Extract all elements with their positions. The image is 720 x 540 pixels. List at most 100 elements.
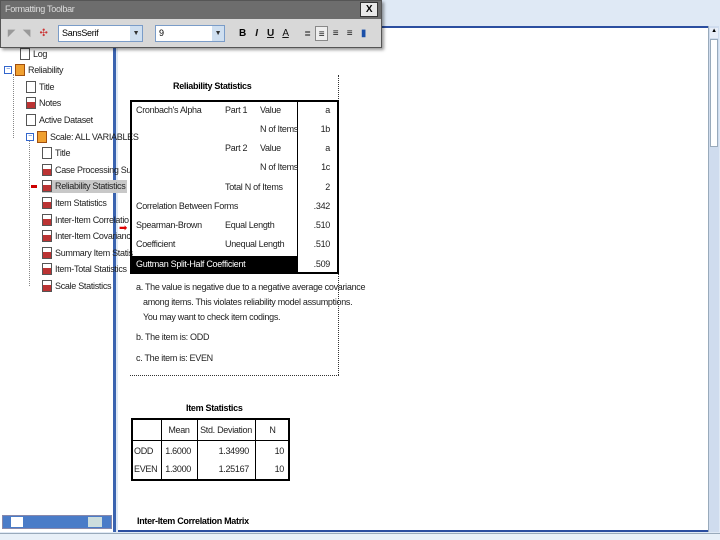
tree-item-14[interactable]: Scale Statistics [42, 279, 113, 292]
bold-button[interactable]: B [236, 26, 249, 41]
align-left-icon[interactable]: ≡ [315, 26, 328, 41]
column-header: N [269, 425, 276, 435]
collapse-icon[interactable]: − [4, 66, 12, 75]
table-cell: 1.25167 [218, 464, 250, 474]
row-sublabel: Part 2 [225, 143, 248, 153]
row-value: .510 [313, 239, 331, 249]
row-label: Spearman-Brown [136, 220, 202, 230]
tree-item-label: Scale Statistics [55, 280, 112, 291]
table-cell: 1.6000 [165, 446, 191, 456]
column-header: Std. Deviation [200, 425, 252, 435]
tree-item-13[interactable]: Item-Total Statistics [42, 263, 129, 276]
scroll-up-icon[interactable]: ▲ [710, 28, 718, 38]
tree-item-7[interactable]: Case Processing Su [42, 163, 133, 176]
row-sublabel: Equal Length [225, 220, 275, 230]
title-icon [26, 80, 36, 93]
tree-item-label: Title [39, 81, 55, 92]
book-icon [37, 130, 47, 143]
tree-item-9[interactable]: Item Statistics [42, 196, 109, 209]
table-icon [42, 180, 52, 193]
tree-item-label: Title [55, 148, 71, 159]
font-color-button[interactable]: A [279, 26, 292, 41]
font-select[interactable]: SansSerif ▼ [58, 25, 143, 42]
row-sublabel: Total N of Items [225, 182, 283, 192]
toolbar-title: Formatting Toolbar [1, 1, 381, 19]
horizontal-scrollbar[interactable] [2, 515, 112, 529]
dataset-icon [26, 113, 36, 126]
row-sublabel: Part 1 [225, 105, 248, 115]
tree-item-1[interactable]: − Reliability [4, 64, 65, 77]
undo-icon[interactable]: ◤ [5, 26, 18, 41]
italic-button[interactable]: I [250, 26, 263, 41]
reliability-title: Reliability Statistics [173, 81, 252, 91]
size-value: 9 [159, 28, 164, 38]
tree-item-12[interactable]: Summary Item Statis [42, 246, 135, 259]
pivot-icon[interactable]: ✣ [37, 26, 50, 41]
tree-item-3[interactable]: Notes [26, 97, 63, 110]
table-icon [42, 279, 52, 292]
table-cell: 10 [274, 446, 285, 456]
row-subsublabel: N of Items [260, 124, 299, 134]
row-label: Cronbach's Alpha [136, 105, 202, 115]
scroll-thumb[interactable] [710, 39, 718, 147]
row-label: Guttman Split-Half Coefficient [136, 259, 246, 269]
book-icon [15, 64, 25, 77]
tree-connector [29, 140, 30, 286]
scroll-track [88, 517, 102, 527]
table-icon [42, 213, 52, 226]
font-value: SansSerif [62, 28, 99, 38]
row-value: a [325, 143, 330, 153]
chart-icon[interactable]: ▮ [357, 26, 370, 41]
table-cell: EVEN [134, 464, 158, 474]
row-label: Coefficient [136, 239, 176, 249]
table-cell: 10 [274, 464, 285, 474]
tree-item-8[interactable]: Reliability Statistics [42, 179, 128, 193]
log-icon [20, 47, 30, 60]
row-sublabel: Unequal Length [225, 239, 285, 249]
tree-item-label: Notes [39, 98, 62, 109]
dotted-border [130, 375, 339, 376]
scroll-thumb[interactable] [11, 517, 23, 527]
pointer-arrow-icon: ➡ [119, 223, 128, 234]
table-icon [42, 230, 52, 243]
tree-item-label: Reliability [28, 65, 64, 76]
table-cell: 1.3000 [165, 464, 191, 474]
table-icon [42, 263, 52, 276]
tree-item-label: Scale: ALL VARIABLES [50, 131, 139, 142]
tree-item-label: Item Statistics [55, 197, 107, 208]
row-value: 1b [320, 124, 331, 134]
row-subsublabel: N of Items [260, 162, 299, 172]
indent-icon[interactable]: ≣ [301, 26, 314, 41]
column-header: Mean [168, 425, 190, 435]
chevron-down-icon[interactable]: ▼ [212, 26, 224, 41]
tree-item-4[interactable]: Active Dataset [26, 113, 95, 126]
header-divider [131, 440, 290, 441]
footnote: You may want to check item codings. [143, 312, 281, 322]
footnote: among items. This violates reliability m… [143, 297, 353, 307]
tree-item-6[interactable]: Title [42, 147, 72, 160]
tree-item-label: Log [33, 48, 48, 59]
tree-item-2[interactable]: Title [26, 80, 56, 93]
tree-item-5[interactable]: − Scale: ALL VARIABLES [26, 130, 141, 143]
footnote: b. The item is: ODD [136, 332, 210, 342]
row-label: Correlation Between Forms [136, 201, 239, 211]
font-size-select[interactable]: 9 ▼ [155, 25, 225, 42]
row-value: 1c [321, 162, 330, 172]
underline-button[interactable]: U [264, 26, 277, 41]
tree-item-10[interactable]: Inter-Item Correlatio [42, 213, 131, 226]
vertical-scrollbar[interactable]: ▲ [708, 26, 719, 532]
collapse-icon[interactable]: − [26, 132, 34, 141]
table-cell: ODD [134, 446, 154, 456]
redo-icon[interactable]: ◥ [20, 26, 33, 41]
tree-item-label: Inter-Item Correlatio [55, 214, 129, 225]
status-bar [0, 533, 720, 540]
align-right-icon[interactable]: ≡ [343, 26, 356, 41]
row-subsublabel: Value [260, 143, 281, 153]
formatting-toolbar[interactable]: Formatting Toolbar X ◤ ◥ ✣ SansSerif ▼ 9 ▼… [0, 0, 382, 48]
tree-item-label: Case Processing Su [55, 164, 132, 175]
row-value: .509 [313, 259, 331, 269]
chevron-down-icon[interactable]: ▼ [130, 26, 142, 41]
align-center-icon[interactable]: ≡ [329, 26, 342, 41]
close-button[interactable]: X [360, 2, 378, 17]
tree-item-0[interactable]: Log [20, 47, 49, 60]
